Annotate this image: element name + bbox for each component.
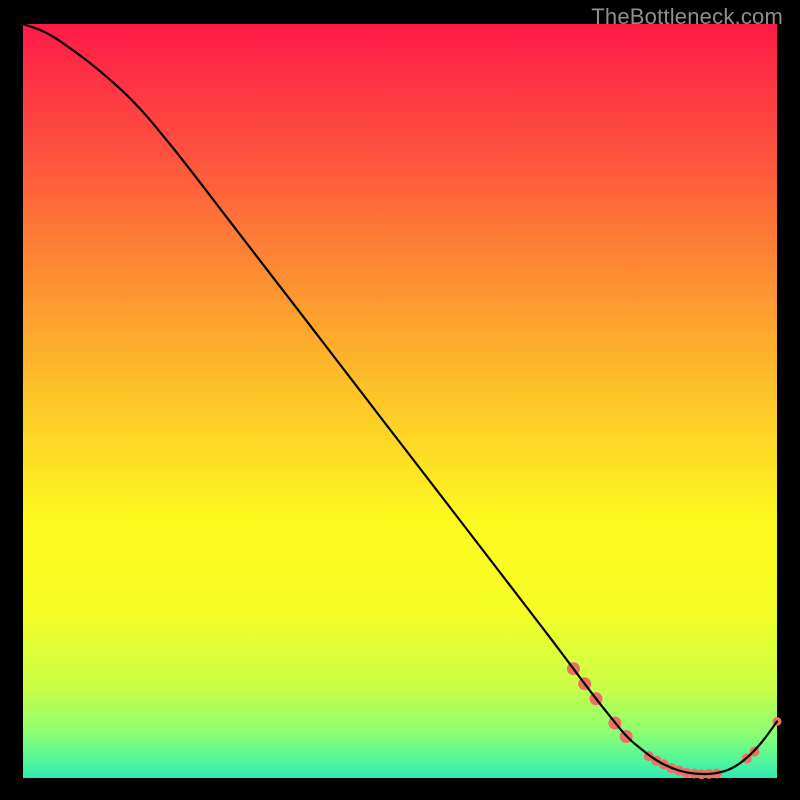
- marker-layer: [567, 662, 782, 779]
- chart-area: TheBottleneck.com: [23, 24, 777, 778]
- chart-svg: [23, 24, 777, 778]
- bottleneck-curve: [23, 24, 777, 774]
- watermark-text: TheBottleneck.com: [591, 4, 783, 30]
